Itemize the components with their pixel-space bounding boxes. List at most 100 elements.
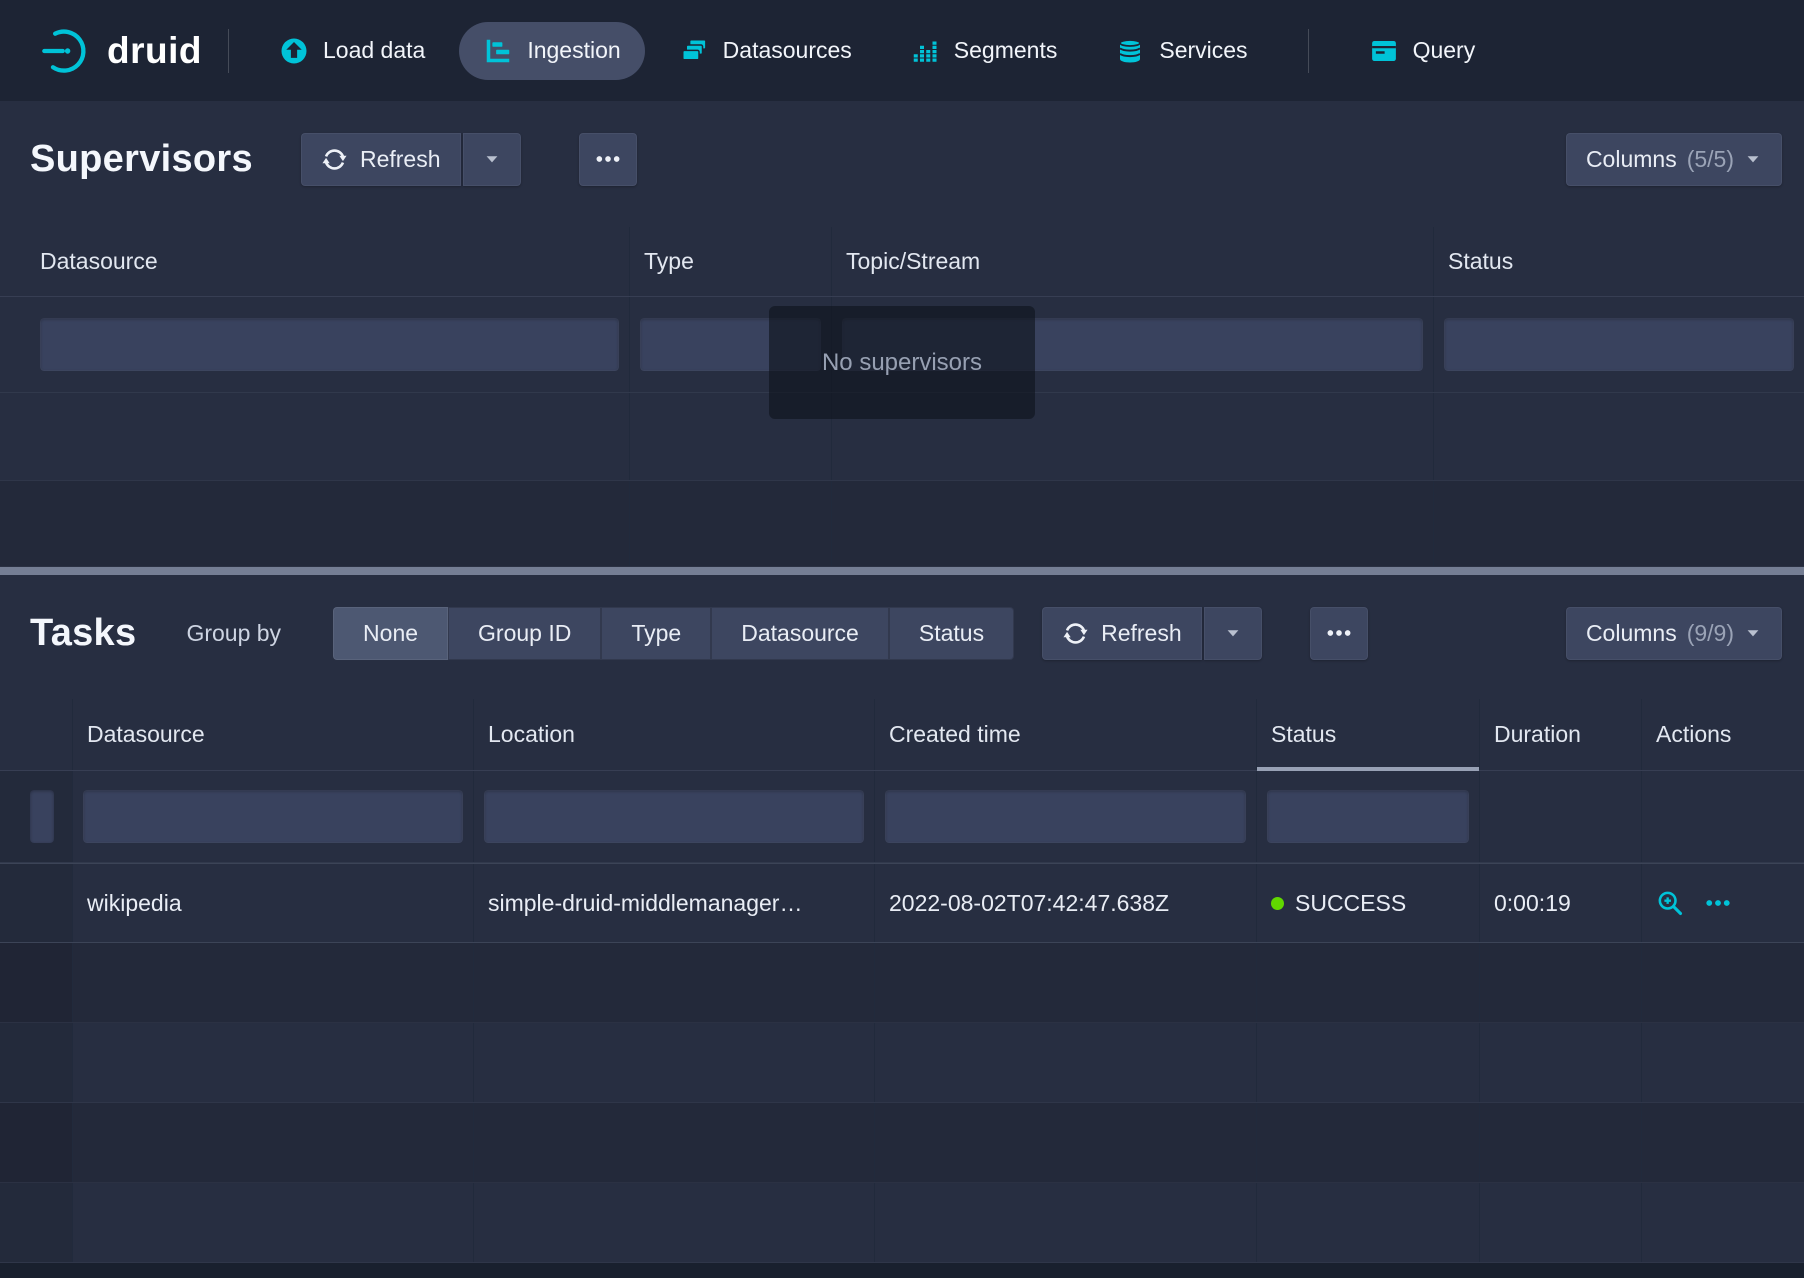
group-by-type-button[interactable]: Type	[601, 607, 711, 660]
empty-cell	[875, 1023, 1257, 1102]
empty-cell	[0, 943, 73, 1022]
empty-row	[0, 1183, 1804, 1263]
group-by-status-button[interactable]: Status	[889, 607, 1014, 660]
supervisors-table: Datasource Type Topic/Stream Status No s…	[0, 227, 1804, 567]
column-header-datasource[interactable]: Datasource	[0, 227, 630, 296]
filter-status-input[interactable]	[1444, 318, 1794, 371]
bottom-scrollbar-track	[0, 1263, 1804, 1278]
main-nav: Load data Ingestion Datasources	[255, 22, 1499, 80]
empty-cell	[73, 1023, 474, 1102]
group-by-segmented-control: None Group ID Type Datasource Status	[333, 607, 1014, 660]
empty-cell	[1257, 1103, 1480, 1182]
nav-divider	[228, 29, 229, 73]
nav-item-datasources[interactable]: Datasources	[655, 22, 876, 80]
task-location: simple-druid-middlemanager…	[488, 864, 802, 942]
chevron-down-icon	[1224, 624, 1242, 642]
task-filter-created-time-input[interactable]	[885, 790, 1246, 843]
empty-cell	[1480, 1183, 1642, 1262]
column-header-type[interactable]: Type	[630, 227, 832, 296]
empty-cell	[1642, 1023, 1804, 1102]
column-header-status[interactable]: Status	[1434, 227, 1804, 296]
nav-item-segments[interactable]: Segments	[886, 22, 1082, 80]
section-resize-splitter[interactable]	[0, 567, 1804, 575]
nav-item-services[interactable]: Services	[1091, 22, 1271, 80]
task-filter-datasource-input[interactable]	[83, 790, 463, 843]
group-by-label: Group by	[186, 620, 281, 647]
empty-cell	[73, 1103, 474, 1182]
filter-cell	[1434, 297, 1804, 392]
empty-cell	[474, 943, 875, 1022]
refresh-interval-button[interactable]	[1204, 607, 1262, 660]
task-status: SUCCESS	[1257, 864, 1480, 942]
task-id-filter-stub[interactable]	[30, 790, 54, 843]
empty-cell	[875, 1103, 1257, 1182]
task-row-spacer-cell	[0, 864, 73, 942]
zoom-in-icon[interactable]	[1656, 889, 1684, 917]
column-header-datasource[interactable]: Datasource	[73, 699, 474, 770]
tasks-toolbar: Tasks Group by None Group ID Type Dataso…	[30, 601, 1782, 665]
group-by-group-id-button[interactable]: Group ID	[448, 607, 601, 660]
group-by-datasource-button[interactable]: Datasource	[711, 607, 889, 660]
druid-logo-icon	[40, 25, 92, 77]
nav-item-ingestion[interactable]: Ingestion	[459, 22, 644, 80]
supervisors-section: Supervisors Refresh	[0, 127, 1804, 575]
empty-cell	[474, 1023, 875, 1102]
filter-cell	[875, 771, 1257, 862]
filter-cell	[0, 297, 630, 392]
refresh-label: Refresh	[1101, 620, 1182, 647]
columns-label: Columns	[1586, 620, 1677, 647]
column-header-duration[interactable]: Duration	[1480, 699, 1642, 770]
tasks-columns-button[interactable]: Columns (9/9)	[1566, 607, 1782, 660]
nav-item-query[interactable]: Query	[1345, 22, 1500, 80]
chevron-down-icon	[1744, 150, 1762, 168]
empty-cell	[1257, 1023, 1480, 1102]
druid-logo[interactable]: druid	[40, 25, 202, 77]
nav-item-load-data[interactable]: Load data	[255, 22, 449, 80]
group-by-none-button[interactable]: None	[333, 607, 448, 660]
refresh-button[interactable]: Refresh	[301, 133, 461, 186]
supervisors-header-row: Datasource Type Topic/Stream Status	[0, 227, 1804, 297]
upload-icon	[279, 36, 309, 66]
refresh-interval-button[interactable]	[463, 133, 521, 186]
tasks-section: Tasks Group by None Group ID Type Dataso…	[0, 601, 1804, 1263]
column-header-status[interactable]: Status	[1257, 699, 1480, 770]
task-filter-location-input[interactable]	[484, 790, 864, 843]
filter-cell	[1642, 771, 1804, 862]
empty-cell	[474, 1103, 875, 1182]
column-header-actions[interactable]: Actions	[1642, 699, 1804, 770]
supervisors-toolbar: Supervisors Refresh	[30, 127, 1782, 191]
task-filter-status-input[interactable]	[1267, 790, 1469, 843]
empty-cell	[0, 393, 630, 480]
column-header-topic-stream[interactable]: Topic/Stream	[832, 227, 1434, 296]
empty-cell	[1434, 393, 1804, 480]
supervisors-columns-button[interactable]: Columns (5/5)	[1566, 133, 1782, 186]
datasources-icon	[679, 36, 709, 66]
empty-row	[0, 1103, 1804, 1183]
ingestion-icon	[483, 36, 513, 66]
more-icon[interactable]	[1704, 889, 1732, 917]
filter-cell	[1257, 771, 1480, 862]
tasks-header-row: Datasource Location Created time Status …	[0, 699, 1804, 771]
empty-cell	[1257, 1183, 1480, 1262]
more-icon	[1326, 628, 1352, 638]
supervisors-more-button[interactable]	[579, 133, 637, 186]
query-icon	[1369, 36, 1399, 66]
refresh-button[interactable]: Refresh	[1042, 607, 1202, 660]
task-row[interactable]: wikipedia simple-druid-middlemanager… 20…	[0, 863, 1804, 943]
empty-cell	[0, 1103, 73, 1182]
empty-cell	[1642, 1183, 1804, 1262]
refresh-icon	[1062, 620, 1089, 647]
tasks-more-button[interactable]	[1310, 607, 1368, 660]
filter-datasource-input[interactable]	[40, 318, 619, 371]
empty-cell	[474, 1183, 875, 1262]
column-header-created-time[interactable]: Created time	[875, 699, 1257, 770]
chevron-down-icon	[483, 150, 501, 168]
empty-row	[0, 1023, 1804, 1103]
empty-cell	[630, 481, 832, 566]
nav-item-label: Query	[1413, 37, 1476, 64]
nav-item-label: Segments	[954, 37, 1058, 64]
column-header-location[interactable]: Location	[474, 699, 875, 770]
status-label: SUCCESS	[1295, 890, 1406, 917]
chevron-down-icon	[1744, 624, 1762, 642]
empty-cell	[1642, 1103, 1804, 1182]
